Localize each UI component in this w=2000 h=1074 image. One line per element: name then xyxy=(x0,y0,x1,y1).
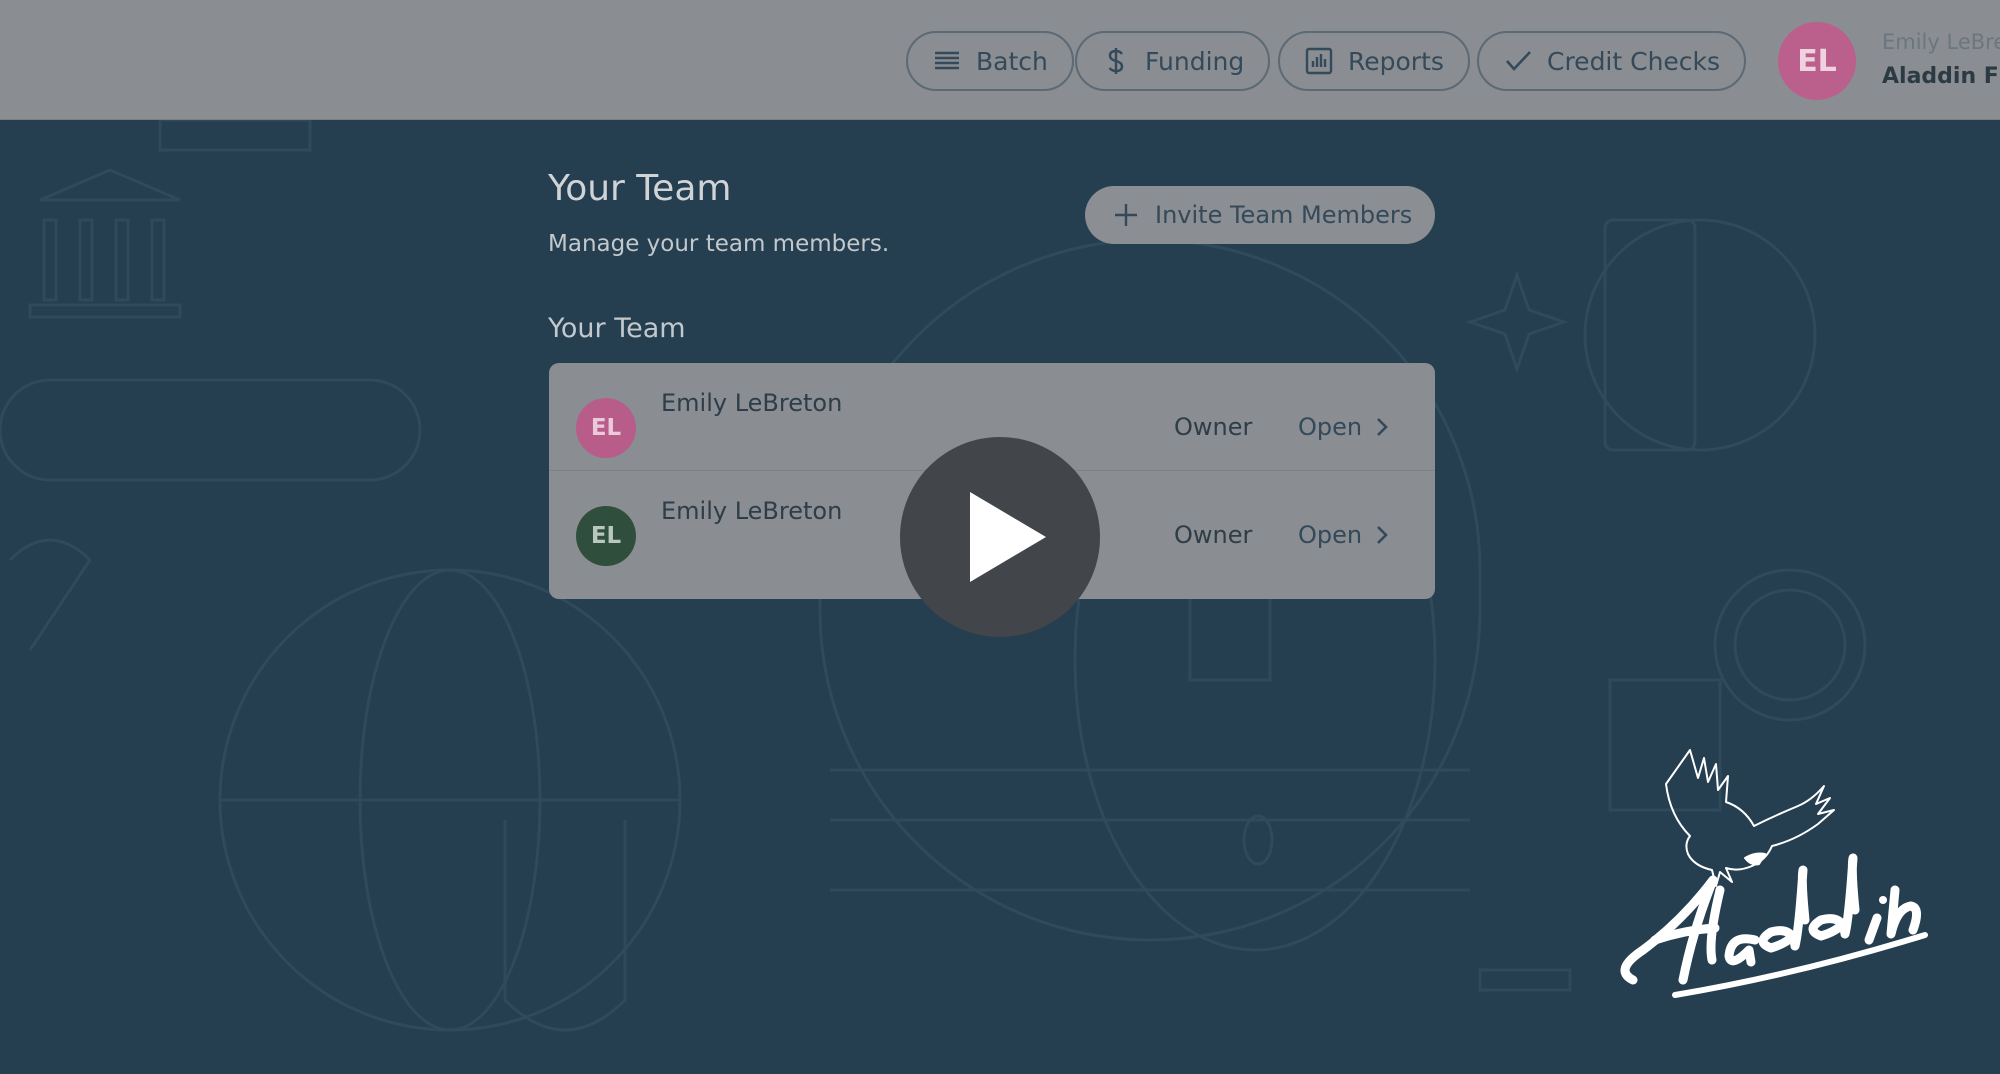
user-organization: Aladdin Fin xyxy=(1882,64,2000,89)
nav-reports-label: Reports xyxy=(1348,46,1444,76)
invite-label: Invite Team Members xyxy=(1155,201,1413,229)
page-subtitle: Manage your team members. xyxy=(548,231,890,257)
user-initials: EL xyxy=(1797,43,1837,79)
chevron-right-icon xyxy=(1377,418,1388,436)
nav-funding-label: Funding xyxy=(1145,46,1245,76)
user-name: Emily LeBret xyxy=(1882,30,2000,54)
member-initials: EL xyxy=(590,415,622,441)
bank-icon xyxy=(28,120,312,319)
open-label: Open xyxy=(1298,413,1363,441)
member-role: Owner xyxy=(1174,413,1253,441)
nav-credit-checks-button[interactable]: Credit Checks xyxy=(1477,31,1747,91)
dollar-icon xyxy=(1108,48,1124,74)
check-icon xyxy=(1506,51,1531,71)
bar-chart-icon xyxy=(1305,47,1333,75)
play-icon xyxy=(970,492,1046,582)
nav-funding-button[interactable]: Funding xyxy=(1075,31,1271,91)
user-avatar[interactable]: EL xyxy=(1778,22,1856,100)
aladdin-logo xyxy=(1620,749,1928,998)
invite-team-members-button[interactable]: Invite Team Members xyxy=(1085,186,1435,244)
member-name: Emily LeBreton xyxy=(661,389,843,417)
section-title: Your Team xyxy=(548,313,686,344)
page-title: Your Team xyxy=(548,168,732,209)
member-open-link[interactable]: Open xyxy=(1298,521,1390,549)
list-icon xyxy=(935,51,959,70)
top-navbar: Batch Funding Reports Credit Checks EL E… xyxy=(0,0,2000,120)
nav-credit-checks-label: Credit Checks xyxy=(1547,46,1721,76)
nav-batch-button[interactable]: Batch xyxy=(906,31,1074,91)
video-play-button[interactable] xyxy=(900,437,1100,637)
member-avatar: EL xyxy=(576,398,636,458)
open-label: Open xyxy=(1298,521,1363,549)
member-name: Emily LeBreton xyxy=(661,497,843,525)
nav-batch-label: Batch xyxy=(976,46,1048,76)
member-open-link[interactable]: Open xyxy=(1298,413,1390,441)
member-avatar: EL xyxy=(576,506,636,566)
member-initials: EL xyxy=(590,523,622,549)
member-role: Owner xyxy=(1174,521,1253,549)
nav-reports-button[interactable]: Reports xyxy=(1278,31,1470,91)
chevron-right-icon xyxy=(1377,526,1388,544)
plus-icon xyxy=(1115,204,1137,226)
